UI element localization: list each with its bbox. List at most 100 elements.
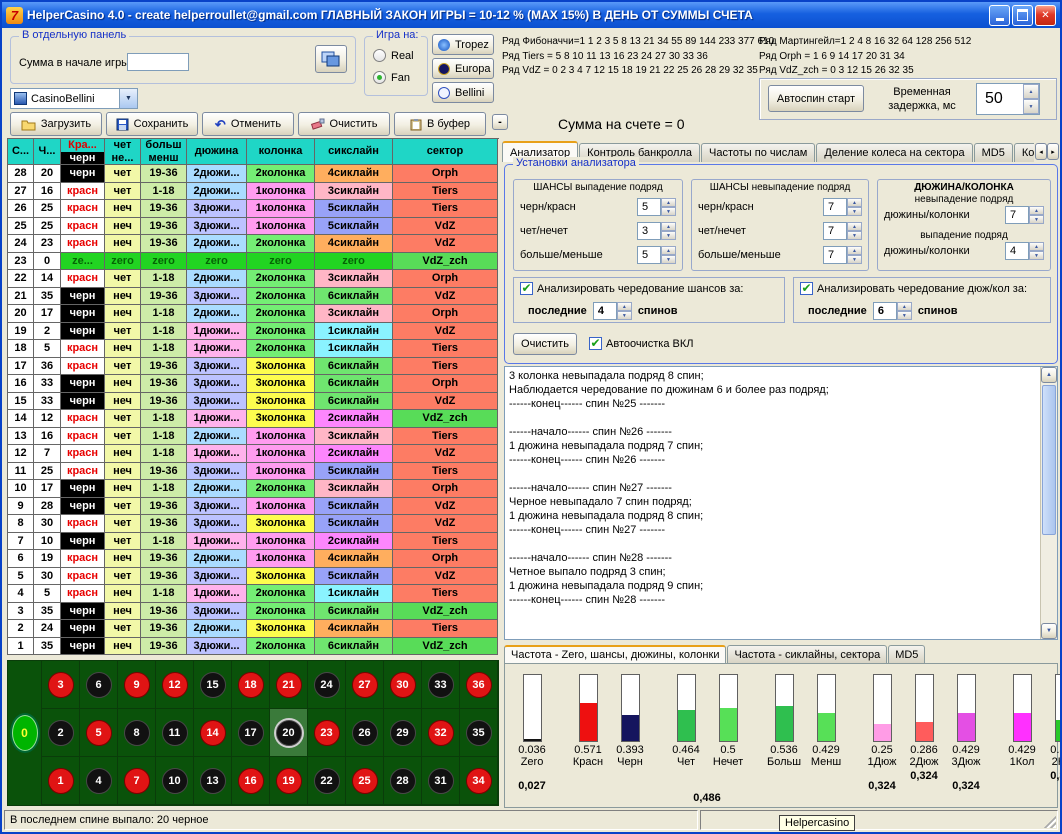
roulette-number-25[interactable]: 25 <box>346 757 384 805</box>
resize-grip[interactable] <box>1044 816 1056 828</box>
autoclear-checkbox[interactable]: ✔ <box>589 337 602 350</box>
spin-down-button[interactable]: ▼ <box>847 207 862 216</box>
casino-europa-button[interactable]: Europa <box>432 58 494 79</box>
spin-up-button[interactable]: ▲ <box>847 222 862 231</box>
roulette-number-21[interactable]: 21 <box>270 661 308 709</box>
radio-real[interactable]: Real <box>373 49 414 62</box>
tab-Деление колеса на сектора[interactable]: Деление колеса на сектора <box>816 143 972 162</box>
roulette-number-9[interactable]: 9 <box>118 661 156 709</box>
roulette-number-12[interactable]: 12 <box>156 661 194 709</box>
roulette-number-4[interactable]: 4 <box>80 757 118 805</box>
casino-tropez-button[interactable]: Tropez <box>432 34 494 55</box>
spin-up-button[interactable]: ▲ <box>661 222 676 231</box>
roulette-number-29[interactable]: 29 <box>384 709 422 757</box>
spin-up-button[interactable]: ▲ <box>1029 242 1044 251</box>
spin-up-button[interactable]: ▲ <box>661 246 676 255</box>
roulette-number-24[interactable]: 24 <box>308 661 346 709</box>
sum-start-input[interactable] <box>127 53 189 71</box>
tab-Ко[interactable]: Ко <box>1014 143 1034 162</box>
tabs-scroll-left-button[interactable]: ◂ <box>1035 143 1047 160</box>
analyze-chances-checkbox[interactable]: ✔ <box>520 282 533 295</box>
spin-down-button[interactable]: ▼ <box>661 231 676 240</box>
delay-input[interactable]: 50 ▲ ▼ <box>976 83 1040 115</box>
radio-fan-circle[interactable] <box>373 71 386 84</box>
roulette-number-5[interactable]: 5 <box>80 709 118 757</box>
roulette-number-1[interactable]: 1 <box>42 757 80 805</box>
casino-combobox[interactable]: CasinoBellini ▼ <box>10 88 138 109</box>
radio-fan[interactable]: Fan <box>373 71 410 84</box>
analyzer-log[interactable]: 3 колонка невыпадала подряд 8 спин; Набл… <box>504 366 1058 640</box>
scroll-up-button[interactable]: ▲ <box>1041 367 1057 383</box>
scroll-thumb[interactable] <box>1042 385 1056 535</box>
clear-button[interactable]: Очистить <box>298 112 390 136</box>
high-low-miss-spinner[interactable]: 7▲▼ <box>823 246 862 264</box>
spin-down-button[interactable]: ▼ <box>1029 215 1044 224</box>
spin-down-button[interactable]: ▼ <box>661 207 676 216</box>
roulette-number-34[interactable]: 34 <box>460 757 498 805</box>
spin-up-button[interactable]: ▲ <box>617 302 632 311</box>
spin-down-button[interactable]: ▼ <box>661 255 676 264</box>
roulette-number-10[interactable]: 10 <box>156 757 194 805</box>
high-low-hit-spinner[interactable]: 5▲▼ <box>637 246 676 264</box>
delay-down-button[interactable]: ▼ <box>1023 99 1039 114</box>
spin-up-button[interactable]: ▲ <box>897 302 912 311</box>
detach-panel-button[interactable] <box>315 45 347 73</box>
dozen-miss-spinner[interactable]: 7▲▼ <box>1005 206 1044 224</box>
titlebar[interactable]: 7 HelperCasino 4.0 - create helperroulle… <box>2 2 1060 28</box>
undo-button[interactable]: ↶ Отменить <box>202 112 294 136</box>
roulette-zero-ball[interactable]: 0 <box>12 715 38 751</box>
dozens-spins-spinner[interactable]: 6▲▼ <box>873 302 912 320</box>
collapse-button[interactable]: - <box>492 114 508 130</box>
tabs-scroll-right-button[interactable]: ▸ <box>1047 143 1059 160</box>
roulette-number-14[interactable]: 14 <box>194 709 232 757</box>
minimize-button[interactable] <box>989 5 1010 26</box>
spin-down-button[interactable]: ▼ <box>617 311 632 320</box>
roulette-number-16[interactable]: 16 <box>232 757 270 805</box>
roulette-number-31[interactable]: 31 <box>422 757 460 805</box>
spin-up-button[interactable]: ▲ <box>847 198 862 207</box>
copy-buffer-button[interactable]: В буфер <box>394 112 486 136</box>
delay-up-button[interactable]: ▲ <box>1023 84 1039 99</box>
roulette-number-36[interactable]: 36 <box>460 661 498 709</box>
save-button[interactable]: Сохранить <box>106 112 198 136</box>
roulette-number-26[interactable]: 26 <box>346 709 384 757</box>
roulette-number-17[interactable]: 17 <box>232 709 270 757</box>
roulette-zero[interactable]: 0 <box>8 661 42 805</box>
roulette-number-20[interactable]: 20 <box>270 709 308 757</box>
roulette-number-30[interactable]: 30 <box>384 661 422 709</box>
roulette-number-8[interactable]: 8 <box>118 709 156 757</box>
maximize-button[interactable] <box>1012 5 1033 26</box>
black-red-hit-spinner[interactable]: 5▲▼ <box>637 198 676 216</box>
combo-dropdown-arrow[interactable]: ▼ <box>119 89 137 108</box>
spin-up-button[interactable]: ▲ <box>1029 206 1044 215</box>
roulette-number-28[interactable]: 28 <box>384 757 422 805</box>
roulette-number-33[interactable]: 33 <box>422 661 460 709</box>
roulette-number-35[interactable]: 35 <box>460 709 498 757</box>
radio-real-circle[interactable] <box>373 49 386 62</box>
spin-down-button[interactable]: ▼ <box>897 311 912 320</box>
log-scrollbar[interactable]: ▲ ▼ <box>1040 367 1057 639</box>
analyzer-clear-button[interactable]: Очистить <box>513 333 577 355</box>
tab-MD5[interactable]: MD5 <box>974 143 1013 162</box>
freq-tab-2[interactable]: Частота - сиклайны, сектора <box>727 645 887 663</box>
roulette-number-7[interactable]: 7 <box>118 757 156 805</box>
even-odd-miss-spinner[interactable]: 7▲▼ <box>823 222 862 240</box>
black-red-miss-spinner[interactable]: 7▲▼ <box>823 198 862 216</box>
load-button[interactable]: Загрузить <box>10 112 102 136</box>
analyze-dozens-checkbox[interactable]: ✔ <box>800 282 813 295</box>
even-odd-hit-spinner[interactable]: 3▲▼ <box>637 222 676 240</box>
close-button[interactable]: ✕ <box>1035 5 1056 26</box>
roulette-number-27[interactable]: 27 <box>346 661 384 709</box>
roulette-number-22[interactable]: 22 <box>308 757 346 805</box>
spin-down-button[interactable]: ▼ <box>847 231 862 240</box>
roulette-number-32[interactable]: 32 <box>422 709 460 757</box>
chances-spins-spinner[interactable]: 4▲▼ <box>593 302 632 320</box>
casino-bellini-button[interactable]: Bellini <box>432 82 494 103</box>
freq-tab-1[interactable]: Частота - Zero, шансы, дюжины, колонки <box>504 645 726 663</box>
roulette-number-6[interactable]: 6 <box>80 661 118 709</box>
spin-down-button[interactable]: ▼ <box>1029 251 1044 260</box>
roulette-number-15[interactable]: 15 <box>194 661 232 709</box>
freq-tab-3[interactable]: MD5 <box>888 645 925 663</box>
roulette-number-18[interactable]: 18 <box>232 661 270 709</box>
roulette-number-23[interactable]: 23 <box>308 709 346 757</box>
